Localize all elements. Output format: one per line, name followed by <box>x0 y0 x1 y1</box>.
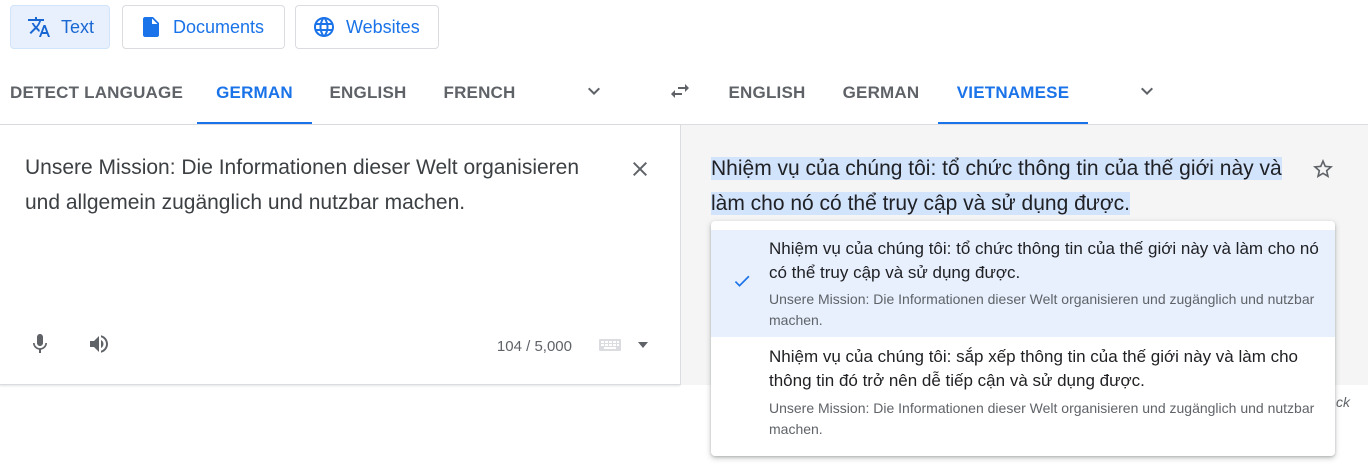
text-mode-label: Text <box>61 16 95 37</box>
swap-languages-button[interactable] <box>664 77 696 109</box>
send-feedback-link[interactable]: ck <box>1336 394 1350 410</box>
websites-mode-button[interactable]: Websites <box>295 5 439 49</box>
documents-mode-button[interactable]: Documents <box>122 5 285 49</box>
language-bar: DETECT LANGUAGE GERMAN ENGLISH FRENCH EN… <box>0 62 1368 125</box>
input-tools-menu-button[interactable] <box>637 339 649 349</box>
save-translation-button[interactable] <box>1307 155 1339 187</box>
alternative-source-text: Unsere Mission: Die Informationen dieser… <box>769 400 1315 437</box>
translation-highlight: Nhiệm vụ của chúng tôi: tổ chức thông ti… <box>711 157 1282 215</box>
check-icon <box>731 270 753 292</box>
more-source-languages-button[interactable] <box>578 77 610 109</box>
close-icon <box>628 157 652 186</box>
alternative-translation-text: Nhiệm vụ của chúng tôi: sắp xếp thông ti… <box>769 347 1299 390</box>
translation-output[interactable]: Nhiệm vụ của chúng tôi: tổ chức thông ti… <box>711 151 1291 221</box>
swap-icon <box>668 79 692 108</box>
mode-bar: Text Documents Websites <box>0 0 1368 62</box>
clear-source-button[interactable] <box>624 155 656 187</box>
alternative-translation-item[interactable]: Nhiệm vụ của chúng tôi: sắp xếp thông ti… <box>711 338 1335 448</box>
translate-icon <box>27 15 51 39</box>
caret-down-icon <box>638 335 648 353</box>
alternative-source-text: Unsere Mission: Die Informationen dieser… <box>769 291 1315 328</box>
listen-source-button[interactable] <box>83 330 115 362</box>
source-lang-german[interactable]: GERMAN <box>197 62 312 124</box>
more-target-languages-button[interactable] <box>1131 77 1163 109</box>
documents-mode-label: Documents <box>173 16 265 37</box>
character-count: 104 / 5,000 <box>496 338 572 355</box>
alternative-translation-item[interactable]: Nhiệm vụ của chúng tôi: tổ chức thông ti… <box>711 230 1335 337</box>
keyboard-icon <box>598 339 624 357</box>
voice-input-button[interactable] <box>24 330 56 362</box>
microphone-icon <box>28 332 52 361</box>
source-lang-english[interactable]: ENGLISH <box>315 62 421 124</box>
target-lang-german[interactable]: GERMAN <box>830 62 932 124</box>
target-lang-english[interactable]: ENGLISH <box>716 62 818 124</box>
text-mode-button[interactable]: Text <box>10 5 110 49</box>
input-tools-button[interactable] <box>598 337 624 353</box>
speaker-icon <box>87 332 111 361</box>
target-lang-vietnamese[interactable]: VIETNAMESE <box>938 62 1088 124</box>
source-lang-detect[interactable]: DETECT LANGUAGE <box>0 62 193 124</box>
websites-mode-label: Websites <box>346 16 420 37</box>
star-icon <box>1311 157 1335 186</box>
chevron-down-icon <box>582 79 606 108</box>
alternative-translations-menu: Nhiệm vụ của chúng tôi: tổ chức thông ti… <box>711 221 1335 456</box>
source-panel: Unsere Mission: Die Informationen dieser… <box>0 125 680 385</box>
chevron-down-icon <box>1135 79 1159 108</box>
source-lang-french[interactable]: FRENCH <box>428 62 531 124</box>
document-icon <box>139 15 163 39</box>
alternative-translation-text: Nhiệm vụ của chúng tôi: tổ chức thông ti… <box>769 239 1319 282</box>
source-text-input[interactable]: Unsere Mission: Die Informationen dieser… <box>25 150 585 220</box>
globe-icon <box>312 15 336 39</box>
